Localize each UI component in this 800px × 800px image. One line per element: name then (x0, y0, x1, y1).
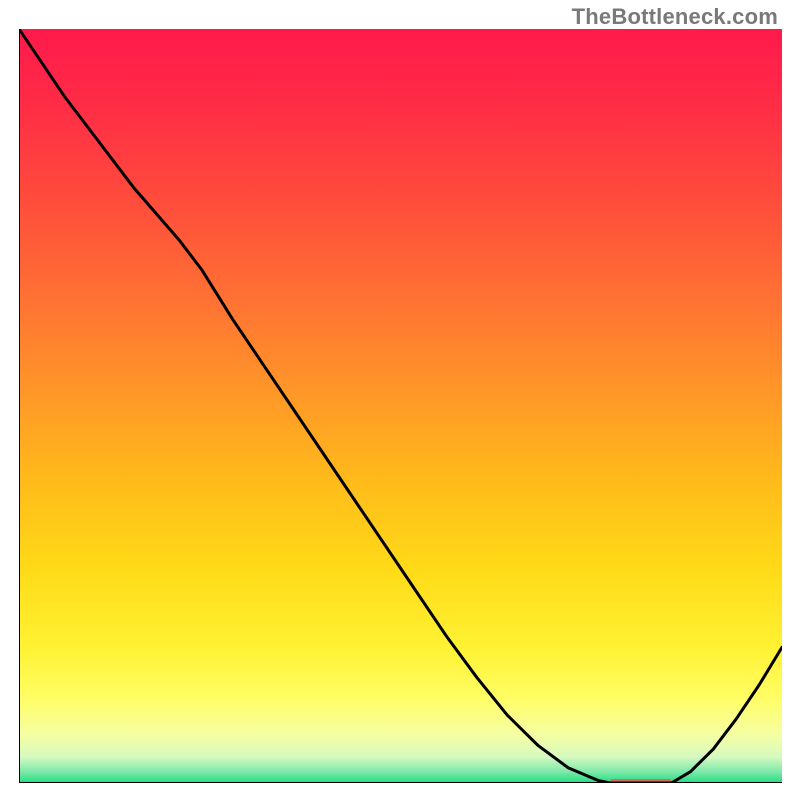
watermark-text: TheBottleneck.com (572, 4, 778, 30)
chart-container (19, 29, 782, 783)
bottleneck-curve-chart (19, 29, 782, 783)
chart-gradient-background (19, 29, 782, 783)
